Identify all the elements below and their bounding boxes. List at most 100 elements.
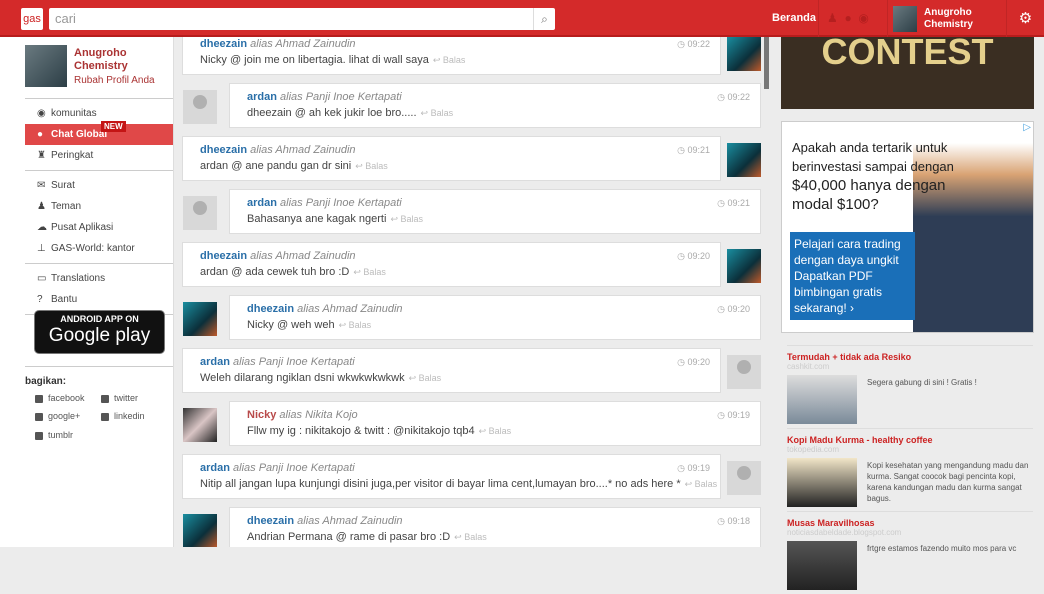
message-time: ◷ 09:20 [677, 251, 710, 261]
message-alias: alias Panji Inoe Kertapati [280, 197, 402, 209]
message-card: dheezain alias Ahmad Zainudin Nicky @ jo… [182, 37, 721, 75]
message-card: ardan alias Panji Inoe Kertapati Nitip a… [182, 454, 721, 499]
share-tumblr[interactable]: tumblr [35, 430, 73, 440]
sidebar: Anugroho Chemistry Rubah Profil Anda ◉ ko… [0, 37, 174, 547]
sidebar-item-peringkat[interactable]: ♜ Peringkat [25, 145, 173, 166]
message-avatar[interactable] [727, 355, 761, 389]
sponsored-ad[interactable]: Kopi Madu Kurma - healthy coffee tokoped… [787, 428, 1033, 511]
message-avatar[interactable] [727, 143, 761, 177]
globe-icon: ◉ [37, 108, 46, 119]
gas-logo[interactable]: gas [21, 8, 43, 30]
sidebar-item-komunitas[interactable]: ◉ komunitas [25, 103, 173, 124]
ad-image[interactable] [787, 541, 857, 590]
messages-icon[interactable]: ● [844, 11, 851, 25]
share-title: bagikan: [25, 376, 67, 387]
chat-message: dheezain alias Ahmad Zainudin Nicky @ we… [174, 295, 770, 340]
message-avatar[interactable] [727, 249, 761, 283]
sponsored-ad[interactable]: Musas Maravilhosas noticiasdabeldade.blo… [787, 511, 1033, 594]
reply-button[interactable]: ↩ Balas [355, 161, 388, 171]
message-avatar[interactable] [727, 461, 761, 495]
sponsored-ad[interactable]: Termudah + tidak ada Resiko cashkit.com … [787, 345, 1033, 428]
message-avatar[interactable] [183, 514, 217, 547]
message-username[interactable]: dheezain [247, 303, 294, 315]
google-play-badge[interactable]: ANDROID APP ON Google play [34, 310, 165, 354]
profile-name[interactable]: Anugroho Chemistry [74, 47, 164, 73]
message-avatar[interactable] [183, 408, 217, 442]
chat-message: ardan alias Panji Inoe Kertapati Weleh d… [174, 348, 770, 393]
sidebar-item-bantu[interactable]: ? Bantu [25, 289, 173, 310]
reply-button[interactable]: ↩ Balas [339, 320, 372, 330]
notifications-globe-icon[interactable]: ◉ [858, 11, 868, 25]
friend-request-icon[interactable]: ♟ [827, 11, 838, 25]
profile-avatar[interactable] [25, 45, 67, 87]
message-alias: alias Panji Inoe Kertapati [233, 462, 355, 474]
share-google-plus[interactable]: google+ [35, 411, 80, 421]
ad-title[interactable]: Kopi Madu Kurma - healthy coffee [787, 435, 1033, 445]
sidebar-item-teman[interactable]: ♟ Teman [25, 196, 173, 217]
message-avatar[interactable] [183, 196, 217, 230]
ad-title[interactable]: Termudah + tidak ada Resiko [787, 352, 1033, 362]
reply-button[interactable]: ↩ Balas [390, 214, 423, 224]
reply-button[interactable]: ↩ Balas [479, 426, 512, 436]
adchoices-icon[interactable]: ▷ [1023, 122, 1031, 133]
ad-title[interactable]: Musas Maravilhosas [787, 518, 1033, 528]
clock-icon: ◷ [677, 145, 685, 155]
reply-button[interactable]: ↩ Balas [421, 108, 454, 118]
message-username[interactable]: ardan [247, 91, 277, 103]
message-username[interactable]: ardan [200, 356, 230, 368]
new-badge: NEW [101, 121, 126, 132]
message-username[interactable]: dheezain [200, 144, 247, 156]
reply-button[interactable]: ↩ Balas [454, 532, 487, 542]
share-linkedin[interactable]: linkedin [101, 411, 145, 421]
reply-button[interactable]: ↩ Balas [409, 373, 442, 383]
sidebar-item-chat-global[interactable]: ● Chat Global NEW [25, 121, 173, 145]
investment-ad[interactable]: Apakah anda tertarik untuk berinvestasi … [781, 121, 1034, 333]
clock-icon: ◷ [677, 357, 685, 367]
chat-icon: ● [37, 129, 44, 140]
message-card: ardan alias Panji Inoe Kertapati Weleh d… [182, 348, 721, 393]
ad-image[interactable] [787, 375, 857, 424]
home-link[interactable]: Beranda [772, 0, 816, 37]
message-avatar[interactable] [727, 37, 761, 71]
search-input[interactable]: cari ⌕ [49, 8, 555, 30]
message-username[interactable]: dheezain [200, 250, 247, 262]
sidebar-item-translations[interactable]: ▭ Translations [25, 268, 173, 289]
sidebar-item-gas-world-kantor[interactable]: ⊥ GAS-World: kantor [25, 238, 173, 259]
message-avatar[interactable] [183, 302, 217, 336]
sidebar-item-surat[interactable]: ✉ Surat [25, 175, 173, 196]
user-menu[interactable]: Anugroho Chemistry [893, 6, 973, 32]
ad-text: Kopi kesehatan yang mengandung madu dan … [867, 461, 1029, 503]
reply-button[interactable]: ↩ Balas [353, 267, 386, 277]
reply-button[interactable]: ↩ Balas [433, 55, 466, 65]
reply-button[interactable]: ↩ Balas [685, 479, 718, 489]
sidebar-item-pusat-aplikasi[interactable]: ☁ Pusat Aplikasi [25, 217, 173, 238]
chat-message: dheezain alias Ahmad Zainudin Nicky @ jo… [174, 37, 770, 75]
contest-banner[interactable]: CONTEST [781, 34, 1034, 109]
clock-icon: ◷ [677, 463, 685, 473]
gear-icon[interactable]: ⚙ [1006, 0, 1044, 37]
ad-image[interactable] [787, 458, 857, 507]
chat-message: dheezain alias Ahmad Zainudin ardan @ ad… [174, 242, 770, 287]
message-card: dheezain alias Ahmad Zainudin ardan @ ad… [182, 242, 721, 287]
message-alias: alias Panji Inoe Kertapati [233, 356, 355, 368]
message-avatar[interactable] [183, 90, 217, 124]
user-name: Anugroho Chemistry [924, 7, 973, 30]
message-username[interactable]: ardan [247, 197, 277, 209]
message-time: ◷ 09:22 [677, 39, 710, 49]
message-username[interactable]: Nicky [247, 409, 276, 421]
clock-icon: ◷ [717, 304, 725, 314]
message-username[interactable]: dheezain [247, 515, 294, 527]
share-twitter[interactable]: twitter [101, 393, 138, 403]
message-card: dheezain alias Ahmad Zainudin Andrian Pe… [229, 507, 761, 547]
message-username[interactable]: dheezain [200, 38, 247, 50]
edit-profile-link[interactable]: Rubah Profil Anda [74, 75, 155, 86]
feed-scrollbar[interactable] [764, 37, 769, 89]
ad-domain: tokopedia.com [787, 445, 840, 454]
cloud-download-icon: ☁ [37, 222, 47, 233]
search-icon[interactable]: ⌕ [533, 8, 555, 30]
message-username[interactable]: ardan [200, 462, 230, 474]
message-text: Weleh dilarang ngiklan dsni wkwkwkwkwk [200, 372, 405, 384]
message-text: dheezain @ ah kek jukir loe bro..... [247, 107, 417, 119]
message-card: Nicky alias Nikita Kojo Fllw my ig : nik… [229, 401, 761, 446]
share-facebook[interactable]: facebook [35, 393, 85, 403]
